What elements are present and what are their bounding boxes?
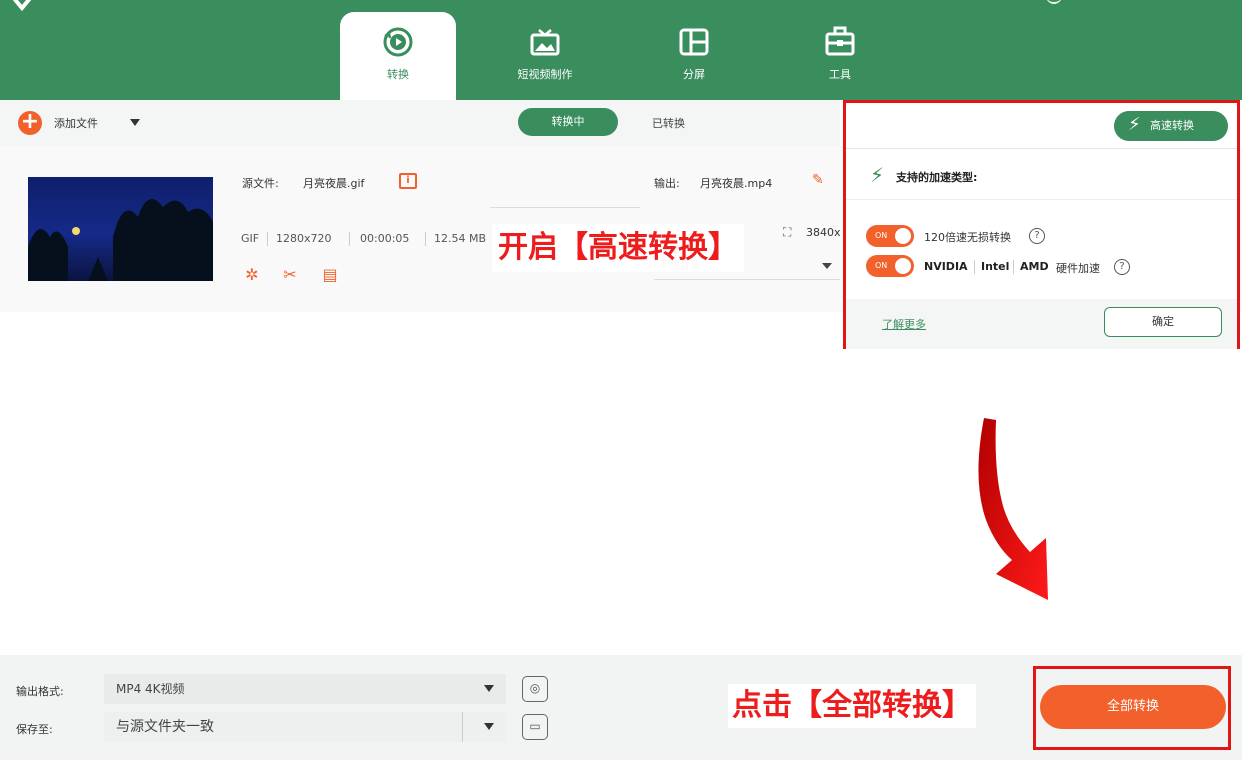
edit-icon[interactable]: ✎ bbox=[812, 172, 828, 188]
output-resolution: 3840x bbox=[806, 226, 840, 239]
lossless-option-label: 120倍速无损转换 bbox=[924, 231, 1011, 244]
tab-label: 工具 bbox=[829, 68, 851, 81]
supported-types-title: 支持的加速类型: bbox=[896, 171, 978, 184]
tab-split-screen[interactable]: 分屏 bbox=[636, 12, 752, 100]
app-logo-icon bbox=[12, 0, 32, 12]
resolution-text: 1280x720 bbox=[276, 232, 332, 245]
learn-more-link[interactable]: 了解更多 bbox=[882, 316, 926, 332]
output-format-label: 输出格式: bbox=[16, 685, 64, 698]
expand-icon: ⛶ bbox=[783, 225, 792, 239]
video-thumbnail[interactable] bbox=[28, 177, 213, 281]
effects-icon[interactable]: ✲ bbox=[242, 265, 262, 285]
chevron-down-icon bbox=[484, 685, 494, 692]
red-arrow-icon bbox=[978, 418, 1048, 600]
hardware-accel-label: 硬件加速 bbox=[1056, 262, 1100, 275]
help-icon[interactable]: ? bbox=[1114, 259, 1130, 275]
acceleration-popup: ⚡ 高速转换 ⚡ 支持的加速类型: ON 120倍速无损转换 ? ON NVID… bbox=[843, 100, 1240, 349]
divider bbox=[349, 232, 350, 246]
save-location-value: 与源文件夹一致 bbox=[116, 719, 214, 735]
vendor-nvidia: NVIDIA bbox=[924, 260, 968, 273]
source-label: 源文件: bbox=[242, 177, 279, 190]
hardware-accel-toggle[interactable]: ON bbox=[866, 255, 914, 277]
chevron-down-icon bbox=[484, 723, 494, 730]
save-to-label: 保存至: bbox=[16, 723, 53, 736]
filesize-text: 12.54 MB bbox=[434, 232, 487, 245]
top-header: 转换 短视频制作 分屏 工具 bbox=[0, 0, 1242, 100]
divider bbox=[1013, 260, 1014, 274]
divider bbox=[974, 260, 975, 274]
toolbox-icon bbox=[825, 26, 855, 56]
high-speed-convert-button[interactable]: ⚡ 高速转换 bbox=[1114, 111, 1228, 141]
confirm-button[interactable]: 确定 bbox=[1104, 307, 1222, 337]
lightning-icon: ⚡ bbox=[870, 163, 885, 187]
divider bbox=[490, 207, 640, 208]
source-filename: 月亮夜晨.gif bbox=[303, 177, 365, 190]
toggle-on-label: ON bbox=[875, 261, 888, 270]
high-speed-label: 高速转换 bbox=[1150, 119, 1194, 132]
chevron-down-icon[interactable] bbox=[130, 119, 140, 126]
save-location-select[interactable]: 与源文件夹一致 bbox=[104, 712, 506, 742]
divider bbox=[267, 232, 268, 246]
convert-all-button[interactable]: 全部转换 bbox=[1040, 685, 1226, 729]
chevron-down-icon[interactable] bbox=[822, 263, 832, 269]
divider bbox=[462, 712, 463, 742]
annotation-enable-high-speed: 开启【高速转换】 bbox=[492, 224, 744, 272]
tv-icon bbox=[530, 29, 560, 56]
tab-label: 分屏 bbox=[683, 68, 705, 81]
lightning-icon: ⚡ bbox=[1128, 114, 1141, 135]
format-settings-icon[interactable]: ◎ bbox=[522, 676, 548, 702]
toggle-knob bbox=[895, 258, 911, 274]
divider bbox=[425, 232, 426, 246]
add-file-button[interactable]: 添加文件 bbox=[54, 115, 98, 131]
info-icon[interactable]: i bbox=[399, 173, 417, 189]
tab-convert[interactable]: 转换 bbox=[340, 12, 456, 100]
output-filename: 月亮夜晨.mp4 bbox=[700, 177, 773, 190]
vendor-intel: Intel bbox=[981, 260, 1010, 273]
subtitle-icon[interactable]: ▤ bbox=[320, 265, 340, 285]
tab-label: 转换 bbox=[387, 68, 409, 81]
format-text: GIF bbox=[241, 232, 260, 245]
night-scene-image bbox=[28, 199, 213, 281]
convert-icon bbox=[383, 27, 413, 57]
help-icon[interactable]: ? bbox=[1029, 228, 1045, 244]
toggle-on-label: ON bbox=[875, 231, 888, 240]
popup-footer: 了解更多 确定 bbox=[846, 299, 1237, 349]
add-file-plus-icon[interactable]: + bbox=[18, 111, 42, 135]
tab-label: 短视频制作 bbox=[517, 68, 573, 81]
output-format-value: MP4 4K视频 bbox=[116, 682, 185, 696]
vendor-amd: AMD bbox=[1020, 260, 1049, 273]
tab-converted[interactable]: 已转换 bbox=[652, 115, 685, 131]
minimize-icon[interactable] bbox=[1046, 0, 1062, 4]
output-format-select[interactable]: MP4 4K视频 bbox=[104, 674, 506, 704]
scissors-icon[interactable]: ✂ bbox=[280, 265, 300, 285]
output-label: 输出: bbox=[654, 177, 680, 190]
tab-short-video[interactable]: 短视频制作 bbox=[487, 12, 603, 100]
duration-text: 00:00:05 bbox=[360, 232, 410, 245]
split-screen-icon bbox=[679, 28, 709, 56]
divider bbox=[846, 199, 1237, 200]
annotation-click-convert-all: 点击【全部转换】 bbox=[728, 684, 976, 728]
lossless-toggle[interactable]: ON bbox=[866, 225, 914, 247]
toggle-knob bbox=[895, 228, 911, 244]
toolbar: + 添加文件 bbox=[0, 100, 840, 146]
tab-converting[interactable]: 转换中 bbox=[518, 108, 618, 136]
tab-tools[interactable]: 工具 bbox=[782, 12, 898, 100]
popup-header: ⚡ 高速转换 bbox=[846, 103, 1237, 149]
folder-icon[interactable]: ▭ bbox=[522, 714, 548, 740]
